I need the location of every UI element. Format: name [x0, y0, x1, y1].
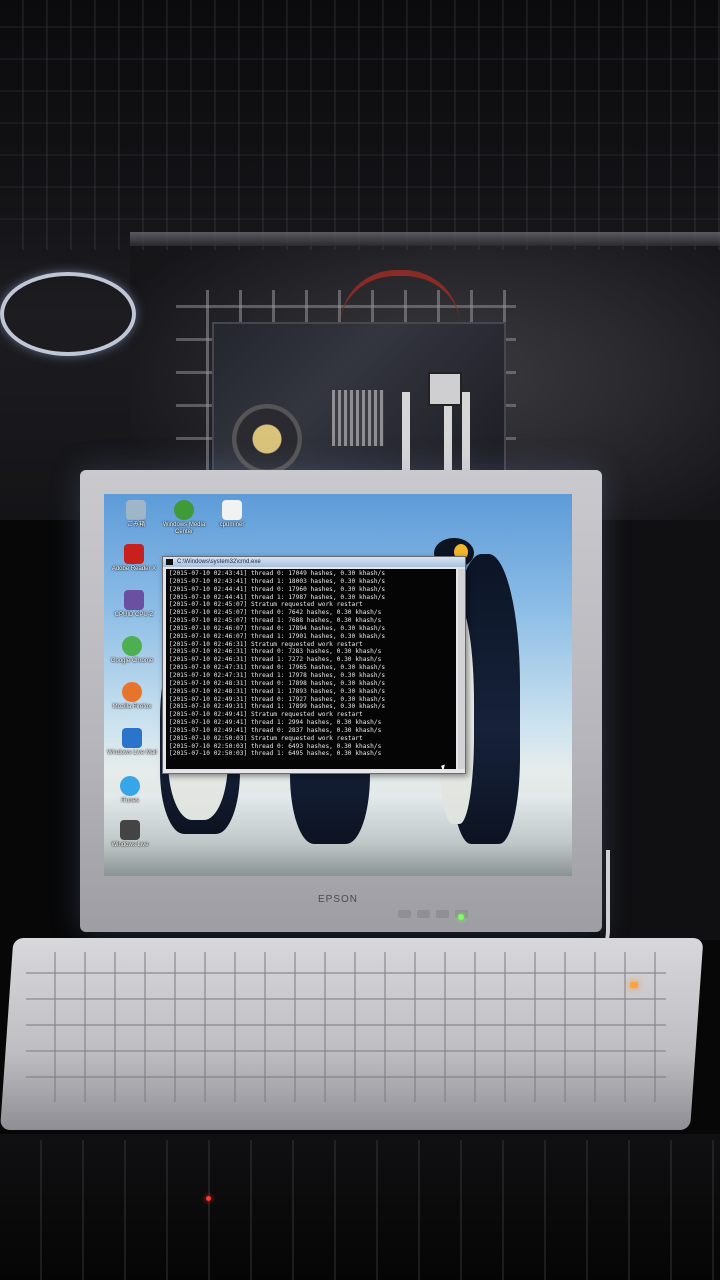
itunes-icon: [120, 776, 140, 796]
console-line: [2015-07-10 02:48:31] thread 0: 17898 ha…: [169, 679, 386, 687]
console-line: [2015-07-10 02:45:07] thread 1: 7688 has…: [169, 617, 382, 625]
desktop-icon[interactable]: Adobe Reader X: [108, 544, 160, 573]
windows-live-icon: [120, 820, 140, 840]
console-line: [2015-07-10 02:49:31] thread 1: 17899 ha…: [169, 703, 386, 711]
media-center-icon: [174, 500, 194, 520]
console-line: [2015-07-10 02:46:31] Stratum requested …: [169, 640, 363, 648]
shelf-bar: [130, 232, 720, 246]
photo-scene: EPSON ごみ箱 Windows Media Center cpuminer: [0, 0, 720, 1280]
console-icon: [166, 559, 173, 565]
console-line: [2015-07-10 02:47:31] thread 0: 17965 ha…: [169, 664, 386, 672]
console-line: [2015-07-10 02:50:03] Stratum requested …: [169, 734, 363, 742]
desktop-icon[interactable]: Windows Media Center: [158, 500, 210, 536]
console-line: [2015-07-10 02:50:03] thread 0: 6493 has…: [169, 742, 382, 750]
console-lines: [2015-07-10 02:43:41] thread 0: 17049 ha…: [166, 569, 456, 759]
firefox-icon: [122, 682, 142, 702]
ram-slot: [462, 392, 470, 472]
console-line: [2015-07-10 02:46:07] thread 0: 17894 ha…: [169, 624, 386, 632]
indicator-led: [206, 1196, 211, 1201]
desktop-icon[interactable]: Windows Live Mail: [106, 728, 158, 757]
console-scrollbar[interactable]: [458, 569, 465, 769]
wire-shelf: [0, 0, 720, 250]
monitor-brand: EPSON: [318, 894, 359, 905]
console-line: [2015-07-10 02:49:31] thread 0: 17927 ha…: [169, 695, 386, 703]
console-line: [2015-07-10 02:45:07] thread 0: 7642 has…: [169, 609, 382, 617]
console-window[interactable]: C:\Windows\system32\cmd.exe [2015-07-10 …: [162, 556, 466, 774]
desktop-icon[interactable]: cpuminer: [206, 500, 258, 529]
console-line: [2015-07-10 02:46:31] thread 1: 7272 has…: [169, 656, 382, 664]
chipset: [428, 372, 462, 406]
cpu-z-icon: [124, 590, 144, 610]
monitor-screen: ごみ箱 Windows Media Center cpuminer Adobe …: [104, 494, 572, 876]
desktop-icon[interactable]: iTunes: [104, 776, 156, 805]
console-line: [2015-07-10 02:45:07] Stratum requested …: [169, 601, 363, 609]
console-line: [2015-07-10 02:50:03] thread 1: 6495 has…: [169, 750, 382, 758]
ram-slot: [402, 392, 410, 472]
dark-cabinet: [600, 520, 720, 940]
console-line: [2015-07-10 02:49:41] thread 0: 2837 has…: [169, 726, 382, 734]
desktop-icon[interactable]: Google Chrome: [106, 636, 158, 665]
recycle-bin-icon: [126, 500, 146, 520]
console-line: [2015-07-10 02:43:41] thread 0: 17049 ha…: [169, 570, 386, 577]
console-line: [2015-07-10 02:43:41] thread 1: 18003 ha…: [169, 577, 386, 585]
ring-lamp: [0, 272, 136, 356]
console-line: [2015-07-10 02:44:41] thread 0: 17960 ha…: [169, 585, 386, 593]
console-line: [2015-07-10 02:44:41] thread 1: 17987 ha…: [169, 593, 386, 601]
chrome-icon: [122, 636, 142, 656]
console-line: [2015-07-10 02:49:41] Stratum requested …: [169, 711, 363, 719]
folder-icon: [222, 500, 242, 520]
desktop-icon[interactable]: Windows Live: [104, 820, 156, 849]
desktop-icon[interactable]: CPUID CPU-Z: [108, 590, 160, 619]
console-output[interactable]: [2015-07-10 02:43:41] thread 0: 17049 ha…: [166, 569, 456, 769]
floor-mesh: [0, 1140, 720, 1280]
console-titlebar[interactable]: C:\Windows\system32\cmd.exe: [163, 557, 465, 567]
keyboard-keys: [26, 952, 666, 1102]
console-line: [2015-07-10 02:49:41] thread 1: 2994 has…: [169, 719, 382, 727]
console-line: [2015-07-10 02:48:31] thread 1: 17893 ha…: [169, 687, 386, 695]
console-title: C:\Windows\system32\cmd.exe: [177, 559, 261, 565]
mail-icon: [122, 728, 142, 748]
mouse-cursor-icon: [441, 764, 447, 769]
adobe-reader-icon: [124, 544, 144, 564]
desktop-icon[interactable]: Mozilla Firefox: [106, 682, 158, 711]
desktop-icon[interactable]: ごみ箱: [110, 500, 162, 529]
console-line: [2015-07-10 02:46:07] thread 1: 17901 ha…: [169, 632, 386, 640]
power-led: [458, 914, 464, 920]
heatsink: [332, 390, 384, 446]
cpu-fan: [232, 404, 302, 474]
status-led: [630, 982, 638, 988]
console-line: [2015-07-10 02:47:31] thread 1: 17978 ha…: [169, 671, 386, 679]
console-line: [2015-07-10 02:46:31] thread 0: 7283 has…: [169, 648, 382, 656]
